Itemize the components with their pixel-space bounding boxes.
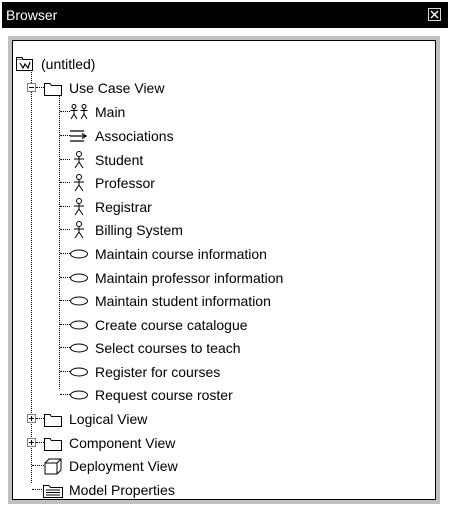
tree-node-use-case[interactable]: Maintain professor information	[69, 267, 283, 289]
tree-node-model-properties[interactable]: Model Properties	[43, 479, 175, 499]
tree-node-label: Model Properties	[69, 482, 175, 498]
tree-node-label: Logical View	[69, 411, 148, 427]
tree-node-label: Select courses to teach	[95, 340, 241, 356]
tree-node-label: Register for courses	[95, 364, 221, 380]
tree-node-label: Associations	[95, 128, 174, 144]
folder-icon	[43, 78, 63, 98]
expand-toggle[interactable]	[27, 414, 36, 423]
tree-node-student[interactable]: Student	[69, 149, 143, 171]
associations-icon	[69, 126, 89, 146]
browser-frame: (untitled) Use Case View Main Associatio…	[8, 36, 440, 504]
tree-node-deployment-view[interactable]: Deployment View	[43, 455, 178, 477]
tree-node-use-case[interactable]: Maintain course information	[69, 243, 267, 265]
tree-node-label: Maintain course information	[95, 246, 267, 262]
browser-window: Browser (untitled) Use Case View Main As…	[0, 0, 450, 510]
tree-node-use-case[interactable]: Maintain student information	[69, 290, 271, 312]
window-title: Browser	[6, 7, 58, 23]
actor-icon	[69, 197, 89, 217]
tree-node-use-case-view[interactable]: Use Case View	[43, 77, 164, 99]
tree-node-use-case[interactable]: Select courses to teach	[69, 337, 241, 359]
tree-node-use-case[interactable]: Create course catalogue	[69, 314, 248, 336]
tree-node-label: Student	[95, 152, 144, 168]
use-case-icon	[69, 385, 89, 405]
use-case-icon	[69, 244, 89, 264]
use-case-icon	[69, 268, 89, 288]
tree-node-label: Registrar	[95, 199, 152, 215]
tree-node-associations[interactable]: Associations	[69, 125, 174, 147]
tree-node-root[interactable]: (untitled)	[15, 53, 95, 75]
actor-icon	[69, 150, 89, 170]
use-case-diagram-icon	[69, 102, 89, 122]
tree-node-label: Deployment View	[69, 458, 178, 474]
collapse-toggle[interactable]	[27, 83, 36, 92]
deployment-node-icon	[43, 456, 63, 476]
tree-node-component-view[interactable]: Component View	[43, 432, 175, 454]
tree-node-label: (untitled)	[41, 56, 96, 72]
tree-node-label: Maintain professor information	[95, 270, 284, 286]
actor-icon	[69, 173, 89, 193]
tree-node-billing-system[interactable]: Billing System	[69, 219, 183, 241]
tree-node-use-case[interactable]: Request course roster	[69, 384, 233, 406]
use-case-icon	[69, 315, 89, 335]
folder-icon	[43, 409, 63, 429]
tree-node-label: Main	[95, 104, 126, 120]
tree-node-label: Component View	[69, 435, 176, 451]
tree-node-label: Create course catalogue	[95, 317, 248, 333]
tree-node-label: Billing System	[95, 222, 183, 238]
tree-node-label: Professor	[95, 175, 155, 191]
close-icon	[430, 10, 439, 19]
folder-icon	[43, 433, 63, 453]
use-case-icon	[69, 338, 89, 358]
model-tree: (untitled) Use Case View Main Associatio…	[13, 41, 435, 499]
tree-node-logical-view[interactable]: Logical View	[43, 408, 147, 430]
model-tree-pane[interactable]: (untitled) Use Case View Main Associatio…	[12, 40, 436, 500]
tree-node-label: Maintain student information	[95, 293, 271, 309]
tree-node-label: Request course roster	[95, 387, 233, 403]
title-bar[interactable]: Browser	[2, 2, 448, 28]
use-case-icon	[69, 291, 89, 311]
tree-node-use-case[interactable]: Register for courses	[69, 361, 220, 383]
use-case-icon	[69, 362, 89, 382]
expand-toggle[interactable]	[27, 438, 36, 447]
actor-icon	[69, 220, 89, 240]
tree-connector	[59, 87, 60, 389]
model-properties-icon	[43, 480, 63, 499]
tree-node-label: Use Case View	[69, 80, 165, 96]
close-button[interactable]	[428, 8, 441, 21]
tree-node-professor[interactable]: Professor	[69, 172, 155, 194]
tree-node-registrar[interactable]: Registrar	[69, 196, 152, 218]
package-icon	[15, 54, 35, 74]
tree-node-main[interactable]: Main	[69, 101, 125, 123]
